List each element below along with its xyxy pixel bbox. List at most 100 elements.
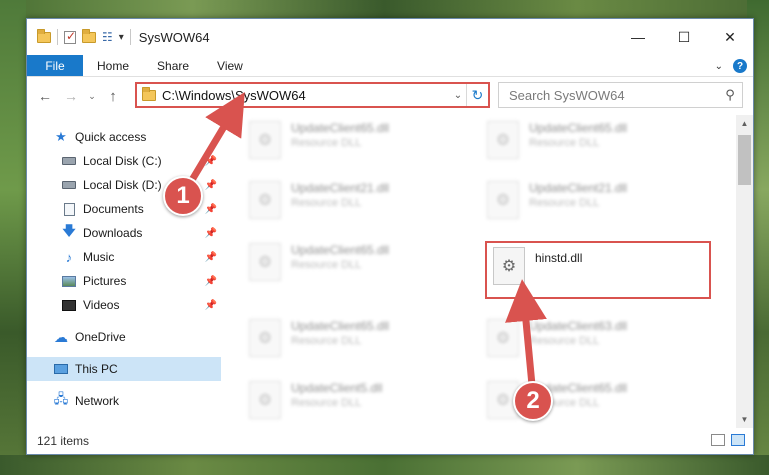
star-icon: ★ (55, 129, 67, 144)
sidebar-item-videos[interactable]: Videos 📌 (27, 293, 221, 317)
minimize-button[interactable]: — (615, 19, 661, 55)
file-item[interactable]: ⚙ UpdateClient65.dll Resource DLL (249, 239, 464, 289)
tab-file[interactable]: File (27, 55, 83, 76)
vertical-scrollbar[interactable]: ▲ ▼ (736, 115, 753, 428)
desktop-background-left (0, 0, 26, 475)
file-item-hinstd[interactable]: ⚙ hinstd.dll (485, 241, 711, 299)
sidebar-item-pictures[interactable]: Pictures 📌 (27, 269, 221, 293)
search-icon[interactable]: ⚲ (718, 87, 742, 103)
view-list-icon[interactable]: ☷ (102, 30, 113, 44)
file-item[interactable]: ⚙ UpdateClient65.dll Resource DLL (487, 117, 702, 167)
file-item[interactable]: ⚙ UpdateClient65.dll Resource DLL (249, 315, 464, 365)
new-folder-icon[interactable] (82, 28, 96, 43)
sidebar-item-label: Local Disk (C:) (83, 154, 162, 168)
view-toggle (711, 434, 745, 446)
properties-check-icon[interactable] (64, 29, 76, 44)
file-item[interactable]: ⚙ UpdateClient5.dll Resource DLL (249, 377, 464, 427)
pin-icon[interactable]: 📌 (205, 180, 217, 191)
address-history-chevron-down-icon[interactable]: ⌄ (450, 90, 466, 101)
sidebar-item-onedrive[interactable]: ☁ OneDrive (27, 325, 221, 349)
sidebar-item-this-pc[interactable]: This PC (27, 357, 221, 381)
disk-icon (61, 178, 77, 192)
sidebar-item-label: Quick access (75, 130, 147, 144)
pin-icon[interactable]: 📌 (205, 252, 217, 263)
large-icons-view-icon[interactable] (731, 434, 745, 446)
sidebar-item-label: Pictures (83, 274, 127, 288)
expand-ribbon-chevron-down-icon[interactable]: ⌄ (715, 61, 723, 72)
dll-file-icon: ⚙ (493, 247, 525, 285)
folder-icon[interactable] (37, 28, 51, 43)
dll-file-icon: ⚙ (249, 381, 281, 419)
toolbar-divider (129, 29, 131, 45)
search-box[interactable]: Search SysWOW64 ⚲ (498, 82, 743, 108)
dll-file-icon: ⚙ (249, 121, 281, 159)
file-type: Resource DLL (291, 259, 362, 271)
tab-view[interactable]: View (203, 55, 257, 76)
window-controls: — ☐ ✕ (615, 19, 753, 55)
maximize-button[interactable]: ☐ (661, 19, 707, 55)
scroll-down-arrow-icon[interactable]: ▼ (736, 411, 753, 428)
file-name: UpdateClient65.dll (291, 243, 390, 257)
recent-locations-chevron-down-icon[interactable]: ⌄ (85, 91, 99, 102)
file-list: ⚙ UpdateClient65.dll Resource DLL ⚙ Upda… (241, 115, 739, 428)
pin-icon[interactable]: 📌 (205, 276, 217, 287)
file-item[interactable]: ⚙ UpdateClient21.dll Resource DLL (249, 177, 464, 227)
forward-button[interactable]: → (61, 88, 81, 104)
scroll-up-arrow-icon[interactable]: ▲ (736, 115, 753, 132)
customize-toolbar-chevron-down-icon[interactable]: ▾ (119, 32, 124, 43)
computer-icon (53, 362, 69, 376)
sidebar-item-label: Downloads (83, 226, 143, 240)
sidebar-item-label: Local Disk (D:) (83, 178, 162, 192)
dll-file-icon: ⚙ (249, 319, 281, 357)
search-input[interactable]: Search SysWOW64 (499, 88, 718, 103)
item-count: 121 items (37, 434, 90, 448)
sidebar-item-label: Network (75, 394, 120, 408)
address-path[interactable]: C:\Windows\SysWOW64 (162, 88, 450, 103)
address-bar[interactable]: C:\Windows\SysWOW64 ⌄ ↻ (135, 82, 490, 108)
file-item[interactable]: ⚙ UpdateClient21.dll Resource DLL (487, 177, 702, 227)
music-icon: ♪ (65, 249, 73, 265)
sidebar-item-music[interactable]: ♪ Music 📌 (27, 245, 221, 269)
up-button[interactable]: ↑ (103, 88, 123, 105)
window-title: SysWOW64 (138, 29, 210, 45)
sidebar-item-label: OneDrive (75, 330, 126, 344)
help-icon[interactable]: ? (733, 59, 747, 73)
scrollbar-thumb[interactable] (738, 135, 751, 185)
pictures-icon (61, 274, 77, 288)
file-name: hinstd.dll (535, 251, 583, 265)
documents-icon (61, 202, 77, 216)
tab-home[interactable]: Home (83, 55, 143, 76)
file-type: Resource DLL (291, 197, 362, 209)
file-type: Resource DLL (291, 397, 362, 409)
file-name: UpdateClient63.dll (529, 319, 628, 333)
step-1-callout: 1 (163, 176, 203, 216)
downloads-icon: 🡇 (62, 223, 76, 238)
sidebar-item-quick-access[interactable]: ★ Quick access (27, 125, 221, 149)
tab-share[interactable]: Share (143, 55, 203, 76)
pin-icon[interactable]: 📌 (205, 156, 217, 167)
file-name: UpdateClient21.dll (529, 181, 628, 195)
pin-icon[interactable]: 📌 (205, 204, 217, 215)
pin-icon[interactable]: 📌 (205, 228, 217, 239)
back-button[interactable]: ← (35, 88, 55, 104)
pin-icon[interactable]: 📌 (205, 300, 217, 311)
file-item[interactable]: ⚙ UpdateClient63.dll Resource DLL (487, 315, 702, 365)
sidebar-item-downloads[interactable]: 🡇 Downloads 📌 (27, 221, 221, 245)
refresh-icon[interactable]: ↻ (466, 84, 488, 106)
file-item[interactable]: ⚙ UpdateClient65.dll Resource DLL (249, 117, 464, 167)
file-name: UpdateClient5.dll (291, 381, 383, 395)
dll-file-icon: ⚙ (249, 243, 281, 281)
file-type: Resource DLL (529, 197, 600, 209)
file-name: UpdateClient65.dll (529, 121, 628, 135)
sidebar-item-network[interactable]: 🖧 Network (27, 389, 221, 413)
close-button[interactable]: ✕ (707, 19, 753, 55)
toolbar-divider (57, 29, 58, 45)
step-2-callout: 2 (513, 381, 553, 421)
title-bar: ☷ ▾ SysWOW64 — ☐ ✕ (27, 19, 753, 55)
details-view-icon[interactable] (711, 434, 725, 446)
file-type: Resource DLL (529, 137, 600, 149)
sidebar-item-label: Videos (83, 298, 120, 312)
file-type: Resource DLL (291, 137, 362, 149)
sidebar-item-local-disk-c[interactable]: Local Disk (C:) 📌 (27, 149, 221, 173)
network-icon: 🖧 (53, 391, 69, 406)
